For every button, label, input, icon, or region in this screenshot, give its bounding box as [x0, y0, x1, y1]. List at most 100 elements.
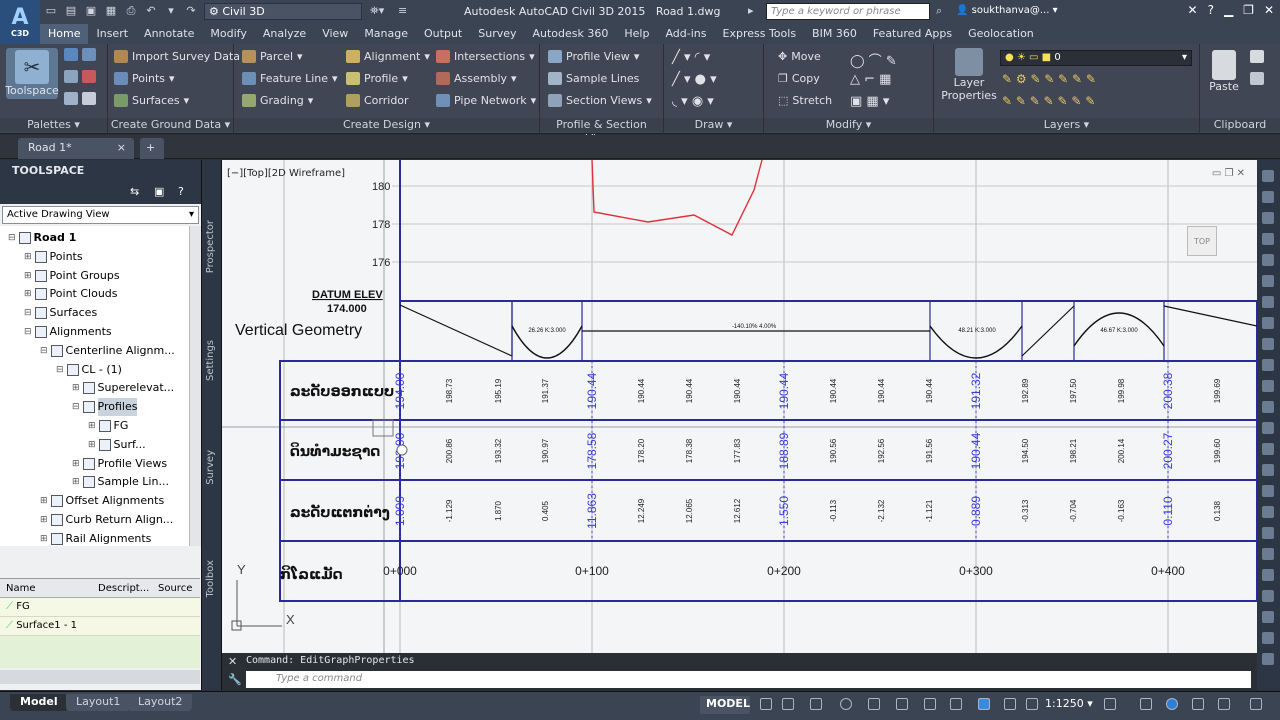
expand-icon[interactable]: ⊞	[72, 473, 80, 491]
annotation-monitor-icon[interactable]	[978, 698, 990, 710]
tree-scrollbar[interactable]	[189, 226, 201, 546]
expand-icon[interactable]: ⊟	[24, 323, 32, 341]
lineweight-icon[interactable]	[924, 698, 936, 710]
nav-tool-icon[interactable]	[1262, 443, 1274, 455]
redo-icon[interactable]: ↷	[184, 3, 198, 19]
exchange-icon[interactable]: ✕	[1188, 3, 1198, 17]
expand-icon[interactable]: ⊟	[56, 361, 64, 379]
copy-clip-button[interactable]	[1250, 50, 1264, 63]
create-design-panel-label[interactable]: Create Design ▾	[234, 118, 539, 132]
draw-panel-label[interactable]: Draw ▾	[664, 118, 763, 132]
close-tab-icon[interactable]: ×	[117, 141, 126, 154]
expand-icon[interactable]: ⊟	[24, 304, 32, 322]
tree-node[interactable]: ⊞ Profile Views	[72, 455, 167, 473]
close-command-icon[interactable]: ✕	[228, 655, 237, 668]
tree-node[interactable]: ⊟ Surfaces	[24, 304, 97, 322]
list-item[interactable]: ⟋ FG	[0, 598, 200, 617]
list-item[interactable]: ⟋ Surface1 - 1	[0, 617, 200, 636]
tree-node[interactable]: ⊟ Alignments	[24, 323, 112, 341]
wrench-icon[interactable]: 🔧	[228, 673, 242, 686]
undo-dropdown-icon[interactable]: ▾	[164, 3, 178, 19]
tab-analyze[interactable]: Analyze	[255, 24, 314, 44]
expand-icon[interactable]: ⊞	[72, 455, 80, 473]
tree-node[interactable]: ⊞ Point Clouds	[24, 285, 118, 303]
paste-button[interactable]: Paste	[1204, 50, 1244, 93]
nav-tool-icon[interactable]	[1262, 275, 1274, 287]
tab-express-tools[interactable]: Express Tools	[715, 24, 805, 44]
layer-tools-row2[interactable]: ✎ ✎ ✎ ✎ ✎ ✎ ✎	[1002, 94, 1095, 108]
close-icon[interactable]: ✕	[1264, 3, 1274, 17]
drawing-canvas[interactable]: 180 178 176 DATUM ELEV 174.000 Vertical Geome…	[222, 160, 1257, 653]
nav-tool-icon[interactable]	[1262, 632, 1274, 644]
nav-tool-icon[interactable]	[1262, 611, 1274, 623]
nav-tool-icon[interactable]	[1262, 359, 1274, 371]
assembly-button[interactable]: Assembly ▾	[436, 72, 517, 85]
isolate-objects-icon[interactable]	[1192, 698, 1204, 710]
auto-scale-icon[interactable]	[1026, 698, 1038, 710]
expand-icon[interactable]: ⊟	[8, 229, 16, 247]
nav-tool-icon[interactable]	[1262, 233, 1274, 245]
toolspace-options-icon[interactable]: ⇆	[130, 185, 139, 198]
intersections-button[interactable]: Intersections ▾	[436, 50, 535, 63]
tree-node[interactable]: ⊟ CL - (1)	[56, 361, 122, 379]
sample-lines-button[interactable]: Sample Lines	[548, 72, 639, 85]
corridor-button[interactable]: Corridor	[346, 94, 409, 107]
tree-node[interactable]: ⊟ Road 1	[8, 229, 76, 247]
nav-tool-icon[interactable]	[1262, 317, 1274, 329]
undo-icon[interactable]: ↶	[144, 3, 158, 19]
arc-tool[interactable]: ◟ ▾ ◉ ▾	[672, 94, 714, 109]
app-menu-button[interactable]: A C3D	[0, 0, 40, 44]
layers-panel-label[interactable]: Layers ▾	[934, 118, 1199, 132]
profile-button[interactable]: Profile ▾	[346, 72, 408, 85]
tree-node[interactable]: ⊟ Profiles	[72, 398, 138, 417]
mirror-tools[interactable]: △ ⌐ ▦	[850, 72, 891, 87]
stretch-button[interactable]: ⬚ Stretch	[778, 94, 832, 107]
tab-settings[interactable]: Settings	[205, 340, 216, 381]
transparency-icon[interactable]	[950, 698, 962, 710]
tab-modify[interactable]: Modify	[202, 24, 254, 44]
view-cube[interactable]: TOP	[1187, 226, 1217, 256]
nav-tool-icon[interactable]	[1262, 548, 1274, 560]
snap-icon[interactable]	[782, 698, 794, 710]
palettes-panel-label[interactable]: Palettes ▾	[0, 118, 107, 132]
ortho-icon[interactable]	[810, 698, 822, 710]
profile-view-button[interactable]: Profile View ▾	[548, 50, 639, 63]
command-input[interactable]: Type a command	[246, 671, 1251, 688]
search-input[interactable]: Type a keyword or phrase	[766, 3, 930, 20]
help-icon[interactable]: ?	[1208, 3, 1214, 17]
import-survey-data-button[interactable]: Import Survey Data	[114, 50, 240, 63]
save-icon[interactable]: ▣	[84, 3, 98, 19]
move-button[interactable]: ✥ Move	[778, 50, 821, 63]
ground-data-panel-label[interactable]: Create Ground Data ▾	[108, 118, 233, 132]
minimize-icon[interactable]: ▁	[1224, 3, 1233, 17]
tree-node[interactable]: ⊞ Point Groups	[24, 267, 120, 285]
tab-toolbox[interactable]: Toolbox	[205, 560, 216, 598]
open-folder-icon[interactable]: ▤	[64, 3, 78, 19]
layer-properties-button[interactable]: Layer Properties	[938, 48, 1000, 102]
nav-tool-icon[interactable]	[1262, 485, 1274, 497]
points-button[interactable]: Points ▾	[114, 72, 175, 85]
column-source[interactable]: Source	[152, 579, 200, 597]
nav-tool-icon[interactable]	[1262, 506, 1274, 518]
scale-tools[interactable]: ▣ ▦ ▾	[850, 94, 889, 109]
toolspace-panel-icon[interactable]: ▣	[154, 185, 164, 198]
plus-icon[interactable]	[1140, 698, 1152, 710]
tree-node[interactable]: ⊞ Superelevat...	[72, 379, 174, 397]
tree-node[interactable]: ⊞ Points	[24, 248, 83, 266]
tool-palettes-toggle[interactable]	[64, 92, 96, 105]
toolspace-button[interactable]: ✂ Toolspace	[5, 48, 59, 99]
workspace-switch-icon[interactable]	[1104, 698, 1116, 710]
panorama-toggle[interactable]	[64, 70, 96, 83]
expand-icon[interactable]: ⊞	[24, 248, 32, 266]
tree-node[interactable]: ⊞ Offset Alignments	[40, 492, 164, 510]
expand-icon[interactable]: ⊞	[88, 417, 96, 435]
tab-annotate[interactable]: Annotate	[136, 24, 202, 44]
polyline-tool[interactable]: ╱ ▾ ● ▾	[672, 72, 717, 87]
modify-panel-label[interactable]: Modify ▾	[764, 118, 933, 132]
tab-geolocation[interactable]: Geolocation	[960, 24, 1042, 44]
tab-survey[interactable]: Survey	[470, 24, 524, 44]
tab-add-ins[interactable]: Add-ins	[657, 24, 714, 44]
tab-model[interactable]: Model	[10, 694, 68, 711]
maximize-icon[interactable]: ❐	[1243, 3, 1254, 17]
column-name[interactable]: Name	[0, 579, 92, 597]
